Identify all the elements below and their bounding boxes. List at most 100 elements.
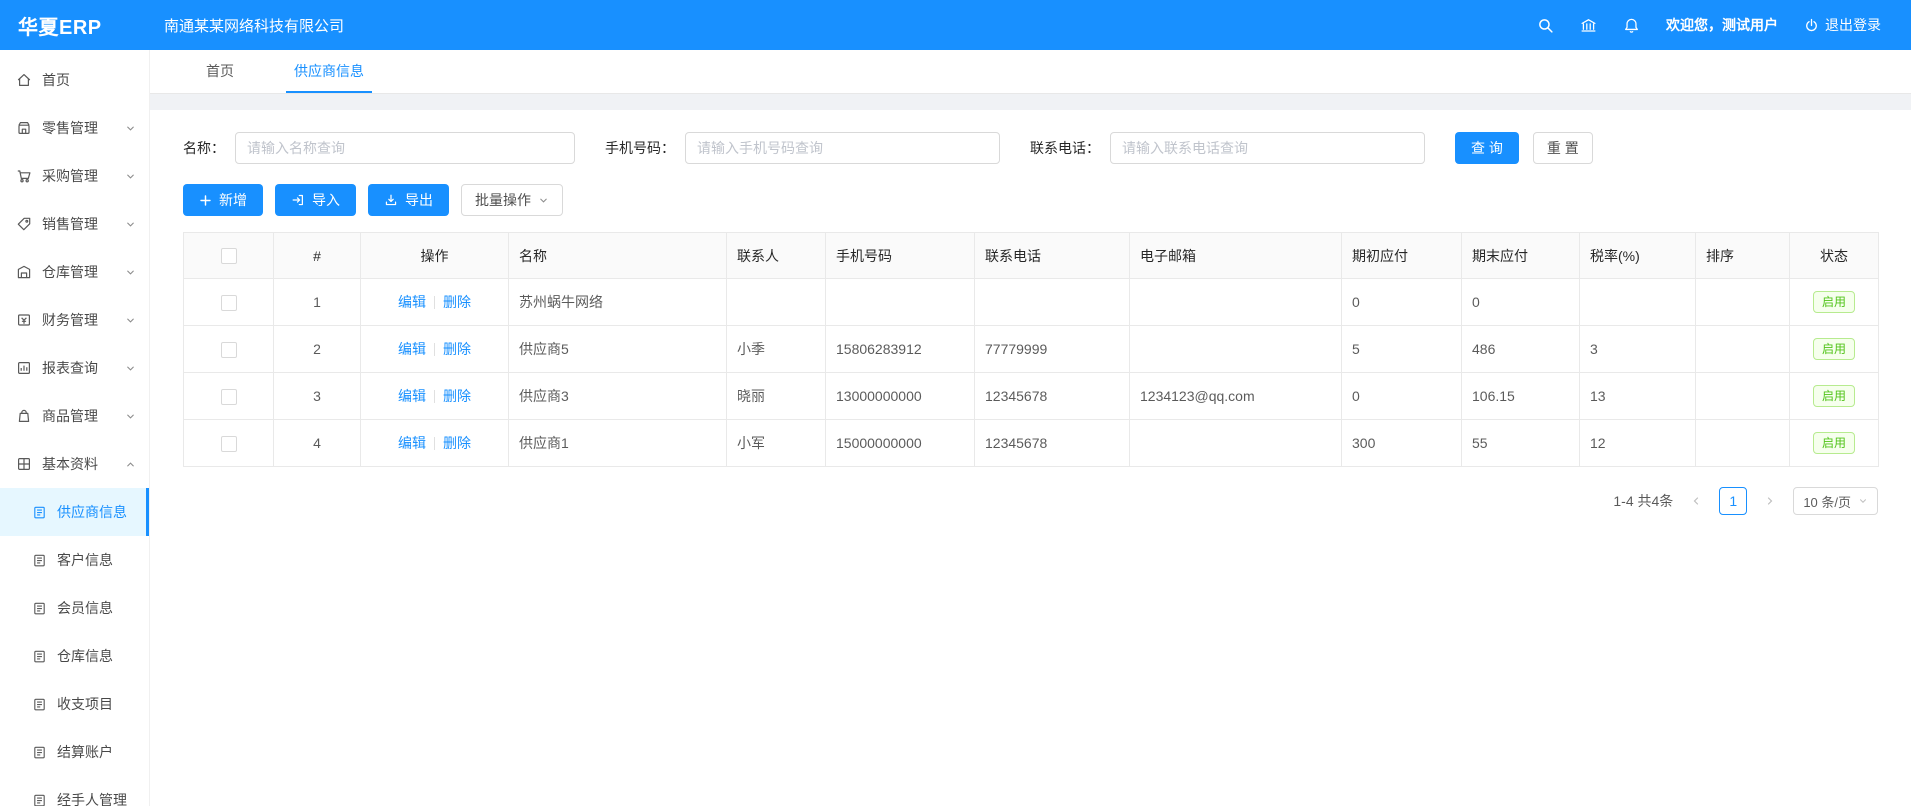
cell-index: 2 xyxy=(274,326,361,373)
delete-link[interactable]: 删除 xyxy=(443,341,471,357)
row-checkbox[interactable] xyxy=(221,389,237,405)
prev-page-icon[interactable] xyxy=(1683,488,1709,514)
cell-actions: 编辑 删除 xyxy=(361,279,509,326)
add-button[interactable]: 新增 xyxy=(183,184,263,216)
import-button[interactable]: 导入 xyxy=(275,184,356,216)
sidebar-subitem-label: 会员信息 xyxy=(57,598,113,618)
reset-button[interactable]: 重 置 xyxy=(1533,132,1593,164)
table-row: 4 编辑删除 供应商1 小军 15000000000 12345678 300 … xyxy=(184,420,1879,467)
sidebar-item-report[interactable]: 报表查询 xyxy=(0,344,149,392)
supplier-table: # 操作 名称 联系人 手机号码 联系电话 电子邮箱 期初应付 期末应付 税率(… xyxy=(183,232,1879,467)
sidebar-item-finance[interactable]: 财务管理 xyxy=(0,296,149,344)
sidebar-subitem-label: 收支项目 xyxy=(57,694,113,714)
bank-icon[interactable] xyxy=(1580,17,1597,34)
sidebar-subitem-customer-info[interactable]: 客户信息 xyxy=(0,536,149,584)
sidebar-item-retail[interactable]: 零售管理 xyxy=(0,104,149,152)
sidebar-item-purchase[interactable]: 采购管理 xyxy=(0,152,149,200)
cell-actions: 编辑 删除 xyxy=(361,373,509,420)
sidebar-item-basic-data[interactable]: 基本资料 xyxy=(0,440,149,488)
goods-icon xyxy=(16,408,32,424)
cell-name: 供应商5 xyxy=(509,326,727,373)
edit-link[interactable]: 编辑 xyxy=(398,388,426,404)
sidebar-item-home[interactable]: 首页 xyxy=(0,56,149,104)
edit-link[interactable]: 编辑 xyxy=(398,341,426,357)
cell-name: 供应商3 xyxy=(509,373,727,420)
add-button-label: 新增 xyxy=(219,190,247,210)
action-divider xyxy=(434,296,435,309)
page-size-select[interactable]: 10 条/页 xyxy=(1793,487,1878,515)
sidebar-subitem-income-expense[interactable]: 收支项目 xyxy=(0,680,149,728)
sidebar-subitem-label: 客户信息 xyxy=(57,550,113,570)
select-all-checkbox[interactable] xyxy=(221,248,237,264)
sidebar-item-sales[interactable]: 销售管理 xyxy=(0,200,149,248)
top-header: 华夏ERP 南通某某网络科技有限公司 欢迎您，测试用户 退出登录 xyxy=(0,0,1911,50)
cell-tel: 12345678 xyxy=(975,420,1130,467)
topbar-actions: 欢迎您，测试用户 退出登录 xyxy=(1537,15,1911,35)
row-checkbox[interactable] xyxy=(221,342,237,358)
pagination: 1-4 共4条 1 10 条/页 xyxy=(183,487,1878,515)
col-header-begin-payable: 期初应付 xyxy=(1342,233,1462,279)
cell-index: 3 xyxy=(274,373,361,420)
row-checkbox[interactable] xyxy=(221,436,237,452)
sidebar-item-goods[interactable]: 商品管理 xyxy=(0,392,149,440)
next-page-icon[interactable] xyxy=(1757,488,1783,514)
bell-icon[interactable] xyxy=(1623,17,1640,34)
cell-contact xyxy=(727,279,826,326)
cell-begin-payable: 5 xyxy=(1342,326,1462,373)
cell-tel: 77779999 xyxy=(975,326,1130,373)
tel-label: 联系电话： xyxy=(1030,138,1100,158)
query-button[interactable]: 查 询 xyxy=(1455,132,1519,164)
sidebar-subitem-label: 仓库信息 xyxy=(57,646,113,666)
tel-search-input[interactable] xyxy=(1110,132,1425,164)
company-name: 南通某某网络科技有限公司 xyxy=(164,15,344,36)
export-button[interactable]: 导出 xyxy=(368,184,449,216)
sidebar-item-label: 财务管理 xyxy=(42,310,125,330)
sidebar-item-label: 基本资料 xyxy=(42,454,125,474)
doc-icon xyxy=(32,553,47,568)
col-header-contact: 联系人 xyxy=(727,233,826,279)
chevron-down-icon xyxy=(1858,496,1868,506)
sidebar-subitem-warehouse-info[interactable]: 仓库信息 xyxy=(0,632,149,680)
page-number[interactable]: 1 xyxy=(1719,487,1747,515)
sidebar-subitem-supplier-info[interactable]: 供应商信息 xyxy=(0,488,149,536)
logout-button[interactable]: 退出登录 xyxy=(1804,15,1881,35)
status-badge: 启用 xyxy=(1813,291,1855,313)
sidebar-subitem-member-info[interactable]: 会员信息 xyxy=(0,584,149,632)
batch-actions-button[interactable]: 批量操作 xyxy=(461,184,563,216)
cell-name: 供应商1 xyxy=(509,420,727,467)
warehouse-icon xyxy=(16,264,32,280)
export-icon xyxy=(384,193,398,207)
table-header-row: # 操作 名称 联系人 手机号码 联系电话 电子邮箱 期初应付 期末应付 税率(… xyxy=(184,233,1879,279)
sidebar-subitem-settlement-account[interactable]: 结算账户 xyxy=(0,728,149,776)
sidebar-item-label: 零售管理 xyxy=(42,118,125,138)
delete-link[interactable]: 删除 xyxy=(443,388,471,404)
chevron-down-icon xyxy=(125,315,136,326)
cell-end-payable: 486 xyxy=(1462,326,1580,373)
delete-link[interactable]: 删除 xyxy=(443,435,471,451)
import-button-label: 导入 xyxy=(312,190,340,210)
cell-status: 启用 xyxy=(1790,373,1879,420)
search-icon[interactable] xyxy=(1537,17,1554,34)
cell-tel: 12345678 xyxy=(975,373,1130,420)
edit-link[interactable]: 编辑 xyxy=(398,294,426,310)
row-checkbox[interactable] xyxy=(221,295,237,311)
cell-end-payable: 0 xyxy=(1462,279,1580,326)
tab-home[interactable]: 首页 xyxy=(198,50,242,93)
col-header-end-payable: 期末应付 xyxy=(1462,233,1580,279)
chevron-up-icon xyxy=(125,459,136,470)
sidebar-item-warehouse[interactable]: 仓库管理 xyxy=(0,248,149,296)
phone-search-input[interactable] xyxy=(685,132,1000,164)
col-header-actions: 操作 xyxy=(361,233,509,279)
retail-icon xyxy=(16,120,32,136)
sidebar-subitem-handler-management[interactable]: 经手人管理 xyxy=(0,776,149,806)
edit-link[interactable]: 编辑 xyxy=(398,435,426,451)
action-divider xyxy=(434,343,435,356)
cell-email xyxy=(1130,420,1342,467)
tab-supplier-info[interactable]: 供应商信息 xyxy=(286,50,372,93)
plus-icon xyxy=(199,194,212,207)
name-search-input[interactable] xyxy=(235,132,575,164)
cell-end-payable: 55 xyxy=(1462,420,1580,467)
col-header-name: 名称 xyxy=(509,233,727,279)
delete-link[interactable]: 删除 xyxy=(443,294,471,310)
cell-begin-payable: 0 xyxy=(1342,373,1462,420)
